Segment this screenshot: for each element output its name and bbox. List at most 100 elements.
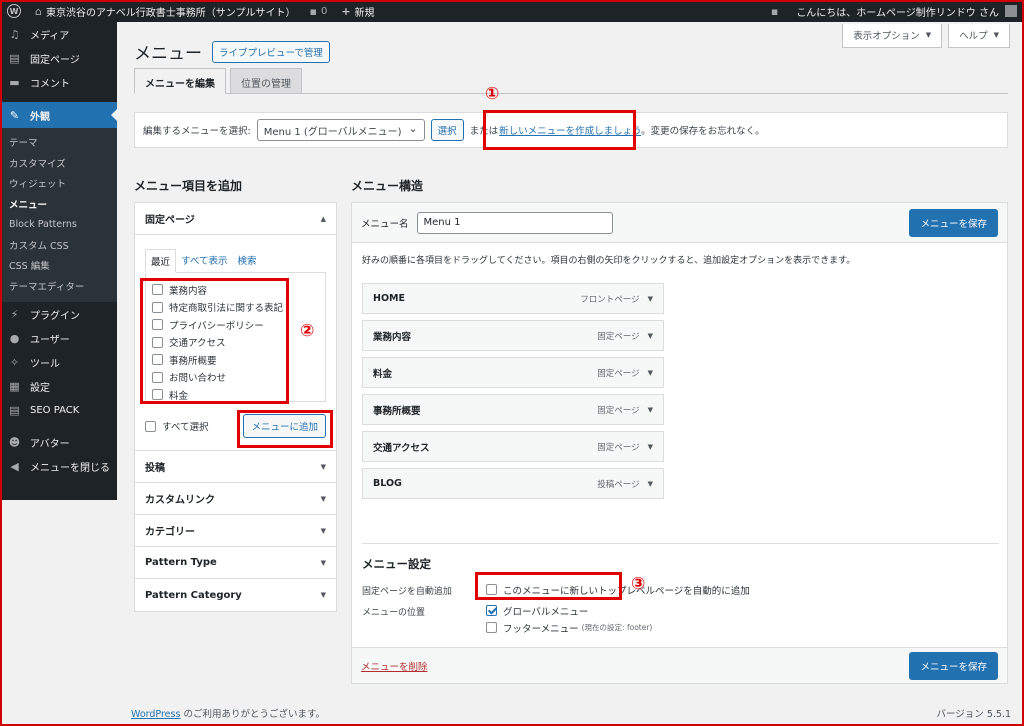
submenu-menus[interactable]: メニュー: [0, 194, 117, 215]
tab-view-all[interactable]: すべて表示: [176, 249, 232, 272]
new-content-link[interactable]: + 新規: [334, 0, 381, 22]
menu-name-input[interactable]: Menu 1: [416, 211, 613, 234]
accordion-pattern-type-header[interactable]: Pattern Type ▼: [135, 547, 336, 579]
menu-select-dropdown[interactable]: Menu 1 (グローバルメニュー): [256, 119, 425, 141]
sidebar-item-settings[interactable]: ▦ 設定: [0, 374, 117, 398]
sidebar-item-label: コメント: [30, 78, 70, 90]
save-menu-button-bottom[interactable]: メニューを保存: [909, 651, 998, 680]
marker-2: ②: [300, 321, 315, 341]
grid-icon: ▤: [9, 403, 20, 417]
accordion-pages-header[interactable]: 固定ページ ▲: [135, 203, 336, 235]
triangle-down-icon[interactable]: ▼: [648, 332, 653, 340]
tab-manage-locations[interactable]: 位置の管理: [230, 68, 302, 94]
tab-search[interactable]: 検索: [232, 249, 261, 272]
screen-options-button[interactable]: 表示オプション ▼: [842, 24, 943, 48]
sidebar-item-label: 固定ページ: [30, 54, 80, 66]
submenu-custom-css[interactable]: カスタム CSS: [0, 235, 117, 256]
wordpress-icon: W: [7, 4, 21, 18]
select-menu-button[interactable]: 選択: [430, 119, 464, 141]
menu-management-panel: メニュー名 Menu 1 メニューを保存 好みの順番に各項目をドラッグしてくださ…: [351, 202, 1008, 684]
triangle-down-icon: ▼: [320, 462, 326, 471]
help-button[interactable]: ヘルプ ▼: [948, 24, 1010, 48]
sidebar-collapse-button[interactable]: ◀ メニューを閉じる: [0, 454, 117, 478]
drag-hint-text: 好みの順番に各項目をドラッグしてください。項目の右側の矢印をクリックすると、追加…: [362, 256, 856, 266]
sidebar-item-pages[interactable]: ▤ 固定ページ: [0, 46, 117, 70]
accordion-posts-header[interactable]: 投稿 ▼: [135, 451, 336, 483]
select-menu-label: 編集するメニューを選択:: [143, 126, 251, 137]
menu-item-bar[interactable]: 事務所概要 固定ページ ▼: [362, 394, 664, 425]
submenu-theme-editor[interactable]: テーマエディター: [0, 276, 117, 297]
submenu-themes[interactable]: テーマ: [0, 132, 117, 153]
menu-item-type: フロントページ: [580, 294, 640, 305]
accordion-categories-header[interactable]: カテゴリー ▼: [135, 515, 336, 547]
sidebar-item-label: SEO PACK: [30, 404, 80, 416]
select-all-row[interactable]: すべて選択: [145, 417, 208, 435]
triangle-down-icon[interactable]: ▼: [648, 480, 653, 488]
sidebar-item-seo-pack[interactable]: ▤ SEO PACK: [0, 398, 117, 422]
menu-item-type: 固定ページ: [597, 331, 640, 342]
sidebar-item-comments[interactable]: ▬ コメント: [0, 70, 117, 94]
page-title: メニュー: [134, 44, 202, 64]
submenu-block-patterns[interactable]: Block Patterns: [0, 214, 117, 235]
live-preview-button[interactable]: ライブプレビューで管理: [212, 40, 330, 63]
sidebar-item-appearance[interactable]: ✎ 外観: [0, 102, 117, 128]
home-icon: ⌂: [35, 4, 42, 18]
sidebar-item-media[interactable]: ♫ メディア: [0, 22, 117, 46]
menu-item-title: 交通アクセス: [373, 442, 430, 454]
accordion-title: 投稿: [145, 463, 165, 474]
menu-item-title: 業務内容: [373, 331, 412, 343]
account-menu[interactable]: こんにちは、ホームページ制作リンドウ さん: [789, 0, 1024, 22]
global-menu-label: グローバルメニュー: [503, 606, 589, 618]
comments-link[interactable]: ▪ 0: [302, 0, 334, 22]
menu-item-type: 固定ページ: [597, 368, 640, 379]
tab-recent[interactable]: 最近: [145, 249, 177, 273]
sidebar-item-plugins[interactable]: ⚡ プラグイン: [0, 302, 117, 326]
location-footer-option[interactable]: フッターメニュー (現在の設定: footer): [486, 620, 652, 635]
global-menu-checkbox[interactable]: [486, 605, 497, 616]
submenu-widgets[interactable]: ウィジェット: [0, 173, 117, 194]
submenu-customize[interactable]: カスタマイズ: [0, 153, 117, 174]
triangle-down-icon[interactable]: ▼: [648, 369, 653, 377]
menu-item-type: 投稿ページ: [597, 479, 640, 490]
triangle-down-icon[interactable]: ▼: [648, 443, 653, 451]
paintbrush-icon: ✎: [9, 108, 20, 122]
triangle-down-icon[interactable]: ▼: [648, 406, 653, 414]
tab-edit-menus[interactable]: メニューを編集: [134, 68, 226, 94]
accordion-title: Pattern Type: [145, 557, 217, 568]
auto-add-label: 固定ページを自動追加: [362, 587, 452, 597]
menu-settings-title: メニュー設定: [362, 557, 431, 571]
menu-item-bar[interactable]: 交通アクセス 固定ページ ▼: [362, 431, 664, 462]
sidebar-item-users[interactable]: ● ユーザー: [0, 326, 117, 350]
location-row: メニューの位置 グローバルメニュー フッターメニュー (現在の設定: footer…: [362, 601, 999, 635]
add-menu-items-accordion: 固定ページ ▲ 最近 すべて表示 検索 業務内容 特定商取引法に関する表記 プライ…: [134, 202, 337, 612]
menu-structure-title: メニュー構造: [351, 179, 424, 193]
menu-item-bar[interactable]: 業務内容 固定ページ ▼: [362, 320, 664, 351]
accordion-title: Pattern Category: [145, 589, 242, 601]
select-all-checkbox[interactable]: [145, 420, 156, 432]
site-name-link[interactable]: ⌂ 東京渋谷のアナベル行政書士事務所（サンプルサイト）: [28, 0, 302, 22]
screen-options-label: 表示オプション: [853, 31, 920, 42]
wp-logo-button[interactable]: W: [0, 0, 28, 22]
location-global-option[interactable]: グローバルメニュー: [486, 601, 652, 620]
triangle-up-icon: ▲: [320, 214, 326, 223]
menu-management-footer: メニューを削除 メニューを保存: [352, 647, 1007, 683]
delete-menu-link[interactable]: メニューを削除: [361, 659, 428, 673]
accordion-custom-links-header[interactable]: カスタムリンク ▼: [135, 483, 336, 515]
save-menu-button-top[interactable]: メニューを保存: [909, 208, 998, 237]
select-all-label: すべて選択: [162, 422, 209, 433]
notification-button[interactable]: ▪: [764, 0, 789, 22]
footer-thanks: のご利用ありがとうございます。: [183, 709, 326, 720]
triangle-down-icon[interactable]: ▼: [648, 295, 653, 303]
submenu-css-edit[interactable]: CSS 編集: [0, 255, 117, 276]
appearance-submenu: テーマ カスタマイズ ウィジェット メニュー Block Patterns カス…: [0, 128, 117, 302]
auto-add-row: 固定ページを自動追加 このメニューに新しいトップレベルページを自動的に追加: [362, 582, 999, 597]
footer-menu-checkbox[interactable]: [486, 622, 497, 633]
accordion-pattern-category-header[interactable]: Pattern Category ▼: [135, 579, 336, 611]
sidebar-item-tools[interactable]: ✧ ツール: [0, 350, 117, 374]
sidebar-item-avatar[interactable]: ☻ アバター: [0, 430, 117, 454]
menu-item-bar[interactable]: BLOG 投稿ページ ▼: [362, 468, 664, 499]
menu-item-bar[interactable]: HOME フロントページ ▼: [362, 283, 664, 314]
triangle-down-icon: ▼: [320, 494, 326, 503]
wordpress-link[interactable]: WordPress: [131, 709, 180, 720]
menu-item-bar[interactable]: 料金 固定ページ ▼: [362, 357, 664, 388]
